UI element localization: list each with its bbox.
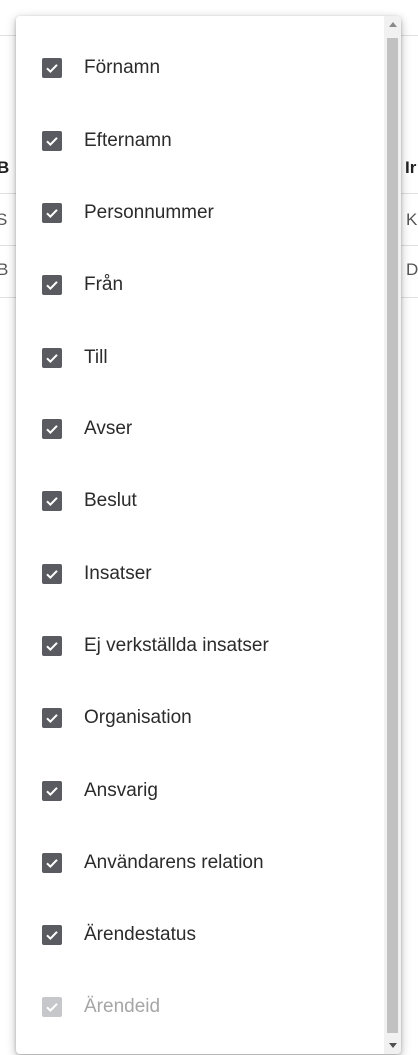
- check-icon: [46, 209, 58, 219]
- column-option-anvandarens-relation[interactable]: Användarens relation: [16, 839, 384, 887]
- check-icon: [46, 354, 58, 364]
- column-option-till[interactable]: Till: [16, 334, 384, 382]
- check-icon: [46, 137, 58, 147]
- check-icon: [46, 64, 58, 74]
- checkbox[interactable]: [42, 564, 62, 584]
- column-option-label: Ärendeid: [84, 996, 161, 1017]
- checkbox[interactable]: [42, 636, 62, 656]
- column-option-label: Ansvarig: [84, 780, 158, 801]
- column-option-label: Från: [84, 274, 124, 295]
- menu-scrollbar[interactable]: [384, 16, 401, 1054]
- column-option-ej-verkstallda-insatser[interactable]: Ej verkställda insatser: [16, 622, 384, 670]
- checkbox[interactable]: [42, 203, 62, 223]
- scroll-down-button[interactable]: [384, 1037, 401, 1054]
- column-chooser-menu: Förnamn Efternamn Personnummer Från Till Avse…: [16, 16, 401, 1054]
- check-icon: [46, 281, 58, 291]
- header-cell-fragment: Ir: [405, 158, 417, 177]
- header-cell-fragment: B: [0, 158, 10, 177]
- column-option-label: Beslut: [84, 490, 137, 511]
- checkbox[interactable]: [42, 781, 62, 801]
- column-option-label: Insatser: [84, 563, 152, 584]
- check-icon: [46, 931, 58, 941]
- checkbox[interactable]: [42, 925, 62, 945]
- table-cell-fragment: K: [406, 210, 418, 229]
- column-option-label: Ej verkställda insatser: [84, 635, 269, 656]
- scroll-up-button[interactable]: [384, 16, 401, 33]
- arrow-down-icon: [388, 1043, 397, 1048]
- column-option-organisation[interactable]: Organisation: [16, 694, 384, 742]
- column-option-fran[interactable]: Från: [16, 261, 384, 309]
- checkbox[interactable]: [42, 131, 62, 151]
- table-cell-fragment: D: [406, 260, 418, 279]
- checkbox[interactable]: [42, 853, 62, 873]
- check-icon: [46, 497, 58, 507]
- checkbox[interactable]: [42, 58, 62, 78]
- arrow-up-icon: [388, 22, 397, 27]
- check-icon: [46, 1003, 58, 1013]
- table-cell-fragment: S: [0, 210, 8, 229]
- table-cell-fragment: B: [0, 260, 9, 279]
- column-option-efternamn[interactable]: Efternamn: [16, 117, 384, 165]
- column-option-label: Användarens relation: [84, 852, 264, 873]
- column-option-ansvarig[interactable]: Ansvarig: [16, 767, 384, 815]
- column-option-label: Personnummer: [84, 202, 214, 223]
- checkbox[interactable]: [42, 275, 62, 295]
- check-icon: [46, 425, 58, 435]
- check-icon: [46, 642, 58, 652]
- checkbox[interactable]: [42, 708, 62, 728]
- column-option-label: Organisation: [84, 707, 192, 728]
- check-icon: [46, 859, 58, 869]
- column-option-label: Avser: [84, 418, 133, 439]
- checkbox: [42, 997, 62, 1017]
- checkbox[interactable]: [42, 491, 62, 511]
- scroll-thumb[interactable]: [387, 38, 398, 1033]
- check-icon: [46, 714, 58, 724]
- column-option-label: Förnamn: [84, 57, 161, 78]
- column-option-beslut[interactable]: Beslut: [16, 477, 384, 525]
- column-option-label: Efternamn: [84, 130, 172, 151]
- check-icon: [46, 787, 58, 797]
- check-icon: [46, 570, 58, 580]
- column-option-list: Förnamn Efternamn Personnummer Från Till Avse…: [16, 16, 384, 1054]
- column-option-personnummer[interactable]: Personnummer: [16, 189, 384, 237]
- column-option-arendeid: Ärendeid: [16, 983, 384, 1031]
- checkbox[interactable]: [42, 419, 62, 439]
- column-option-fornamn[interactable]: Förnamn: [16, 44, 384, 92]
- column-option-avser[interactable]: Avser: [16, 405, 384, 453]
- column-option-arendestatus[interactable]: Ärendestatus: [16, 911, 384, 959]
- column-option-label: Ärendestatus: [84, 924, 196, 945]
- checkbox[interactable]: [42, 348, 62, 368]
- column-option-label: Till: [84, 347, 108, 368]
- column-option-insatser[interactable]: Insatser: [16, 550, 384, 598]
